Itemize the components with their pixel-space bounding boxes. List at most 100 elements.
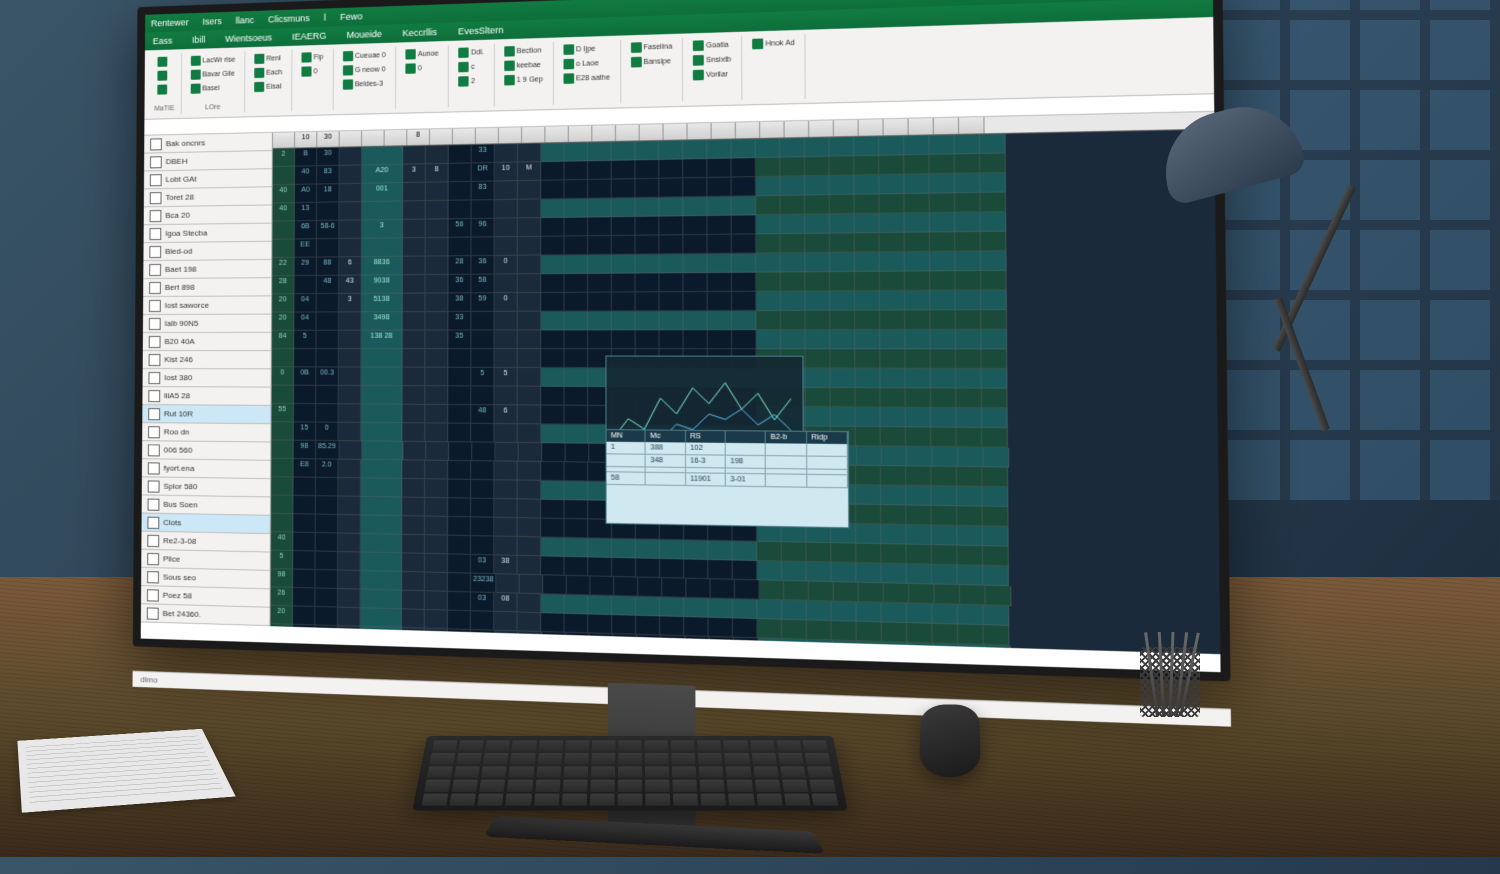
cell[interactable]	[854, 156, 879, 176]
checkbox-icon[interactable]	[148, 372, 160, 384]
cell[interactable]	[403, 146, 426, 165]
cell[interactable]	[756, 292, 781, 311]
cell[interactable]	[932, 604, 958, 624]
cell[interactable]	[956, 291, 982, 311]
cell[interactable]	[636, 292, 660, 311]
cell[interactable]	[805, 253, 830, 272]
cell[interactable]	[449, 145, 472, 164]
cell[interactable]	[855, 272, 880, 292]
cell[interactable]	[339, 184, 362, 203]
ribbon-button[interactable]: Snsixtb	[690, 53, 735, 67]
cell[interactable]	[612, 311, 636, 330]
checkbox-icon[interactable]	[150, 210, 162, 222]
cell[interactable]	[659, 216, 683, 235]
checkbox-icon[interactable]	[148, 462, 160, 474]
cell[interactable]: 59	[471, 293, 494, 312]
cell[interactable]	[732, 311, 756, 330]
cell[interactable]	[338, 460, 361, 479]
cell[interactable]	[832, 602, 857, 622]
row-label[interactable]: Lobt GAt	[144, 169, 272, 189]
checkbox-icon[interactable]	[150, 156, 162, 168]
cell[interactable]	[360, 590, 401, 610]
ribbon-button[interactable]: 1 9 Gep	[501, 73, 546, 87]
cell[interactable]	[683, 254, 707, 273]
ribbon-button[interactable]	[154, 83, 174, 95]
column-header[interactable]	[340, 131, 362, 147]
cell[interactable]: 20	[272, 294, 294, 312]
overlay-cell[interactable]: 11901	[686, 473, 726, 485]
cell[interactable]	[957, 467, 983, 487]
cell[interactable]	[425, 591, 448, 610]
cell[interactable]	[881, 544, 906, 564]
cell[interactable]	[883, 642, 908, 654]
cell[interactable]: 98	[271, 569, 293, 588]
cell[interactable]	[660, 616, 684, 636]
cell[interactable]: A20	[362, 165, 403, 184]
cell[interactable]	[856, 427, 881, 447]
cell[interactable]	[781, 253, 806, 272]
cell[interactable]	[733, 541, 758, 561]
cell[interactable]: 58	[471, 275, 494, 294]
cell[interactable]	[807, 562, 832, 582]
cell[interactable]	[588, 180, 612, 199]
cell[interactable]	[471, 312, 494, 331]
cell[interactable]	[425, 498, 448, 517]
cell[interactable]	[338, 626, 361, 645]
cell[interactable]	[982, 408, 1008, 428]
cell[interactable]: 56	[449, 219, 472, 238]
cell[interactable]	[612, 274, 636, 293]
cell[interactable]	[426, 145, 449, 164]
checkbox-icon[interactable]	[150, 138, 162, 150]
cell[interactable]	[930, 252, 955, 272]
cell[interactable]	[361, 515, 402, 534]
cell[interactable]	[855, 194, 880, 214]
cell[interactable]	[339, 202, 362, 221]
ribbon-button[interactable]: Fip	[298, 51, 326, 64]
column-header[interactable]: 30	[317, 131, 339, 147]
cell[interactable]	[831, 563, 856, 583]
cell[interactable]	[955, 173, 981, 193]
cell[interactable]: 28	[448, 256, 471, 275]
cell[interactable]	[316, 478, 339, 497]
cell[interactable]	[983, 507, 1009, 527]
cell[interactable]	[317, 294, 339, 312]
cell[interactable]	[316, 386, 339, 405]
cell[interactable]	[857, 622, 882, 642]
cell[interactable]	[403, 294, 426, 313]
cell[interactable]	[856, 544, 881, 564]
cell[interactable]	[855, 311, 880, 330]
cell[interactable]	[882, 622, 907, 642]
cell[interactable]	[807, 620, 832, 640]
cell[interactable]	[425, 554, 448, 573]
cell[interactable]	[981, 251, 1007, 271]
cell[interactable]	[471, 536, 494, 555]
cell[interactable]	[588, 557, 612, 577]
cell[interactable]	[565, 462, 589, 481]
cell[interactable]	[760, 580, 785, 600]
cell[interactable]	[402, 609, 425, 628]
cell[interactable]	[708, 560, 732, 580]
cell[interactable]	[494, 349, 517, 368]
cell[interactable]	[518, 274, 541, 293]
row-label[interactable]: B20 40A	[143, 333, 271, 351]
cell[interactable]	[707, 178, 731, 197]
cell[interactable]	[588, 595, 612, 615]
cell[interactable]: 23238	[471, 574, 497, 593]
cell[interactable]	[636, 558, 660, 578]
cell[interactable]	[855, 349, 880, 368]
checkbox-icon[interactable]	[149, 335, 161, 347]
cell[interactable]	[660, 597, 684, 617]
ribbon-button[interactable]: Bavar Gile	[187, 68, 238, 81]
cell[interactable]	[425, 405, 448, 424]
cell[interactable]	[361, 404, 402, 423]
cell[interactable]	[448, 536, 471, 555]
cell[interactable]	[402, 368, 425, 387]
cell[interactable]	[881, 447, 906, 467]
cell[interactable]	[293, 551, 315, 570]
cell[interactable]	[905, 213, 930, 233]
cell[interactable]: 03	[471, 555, 494, 574]
overlay-cell[interactable]	[766, 456, 807, 468]
cell[interactable]	[402, 535, 425, 554]
cell[interactable]	[541, 330, 564, 349]
row-label[interactable]: Kist 246	[143, 351, 271, 369]
